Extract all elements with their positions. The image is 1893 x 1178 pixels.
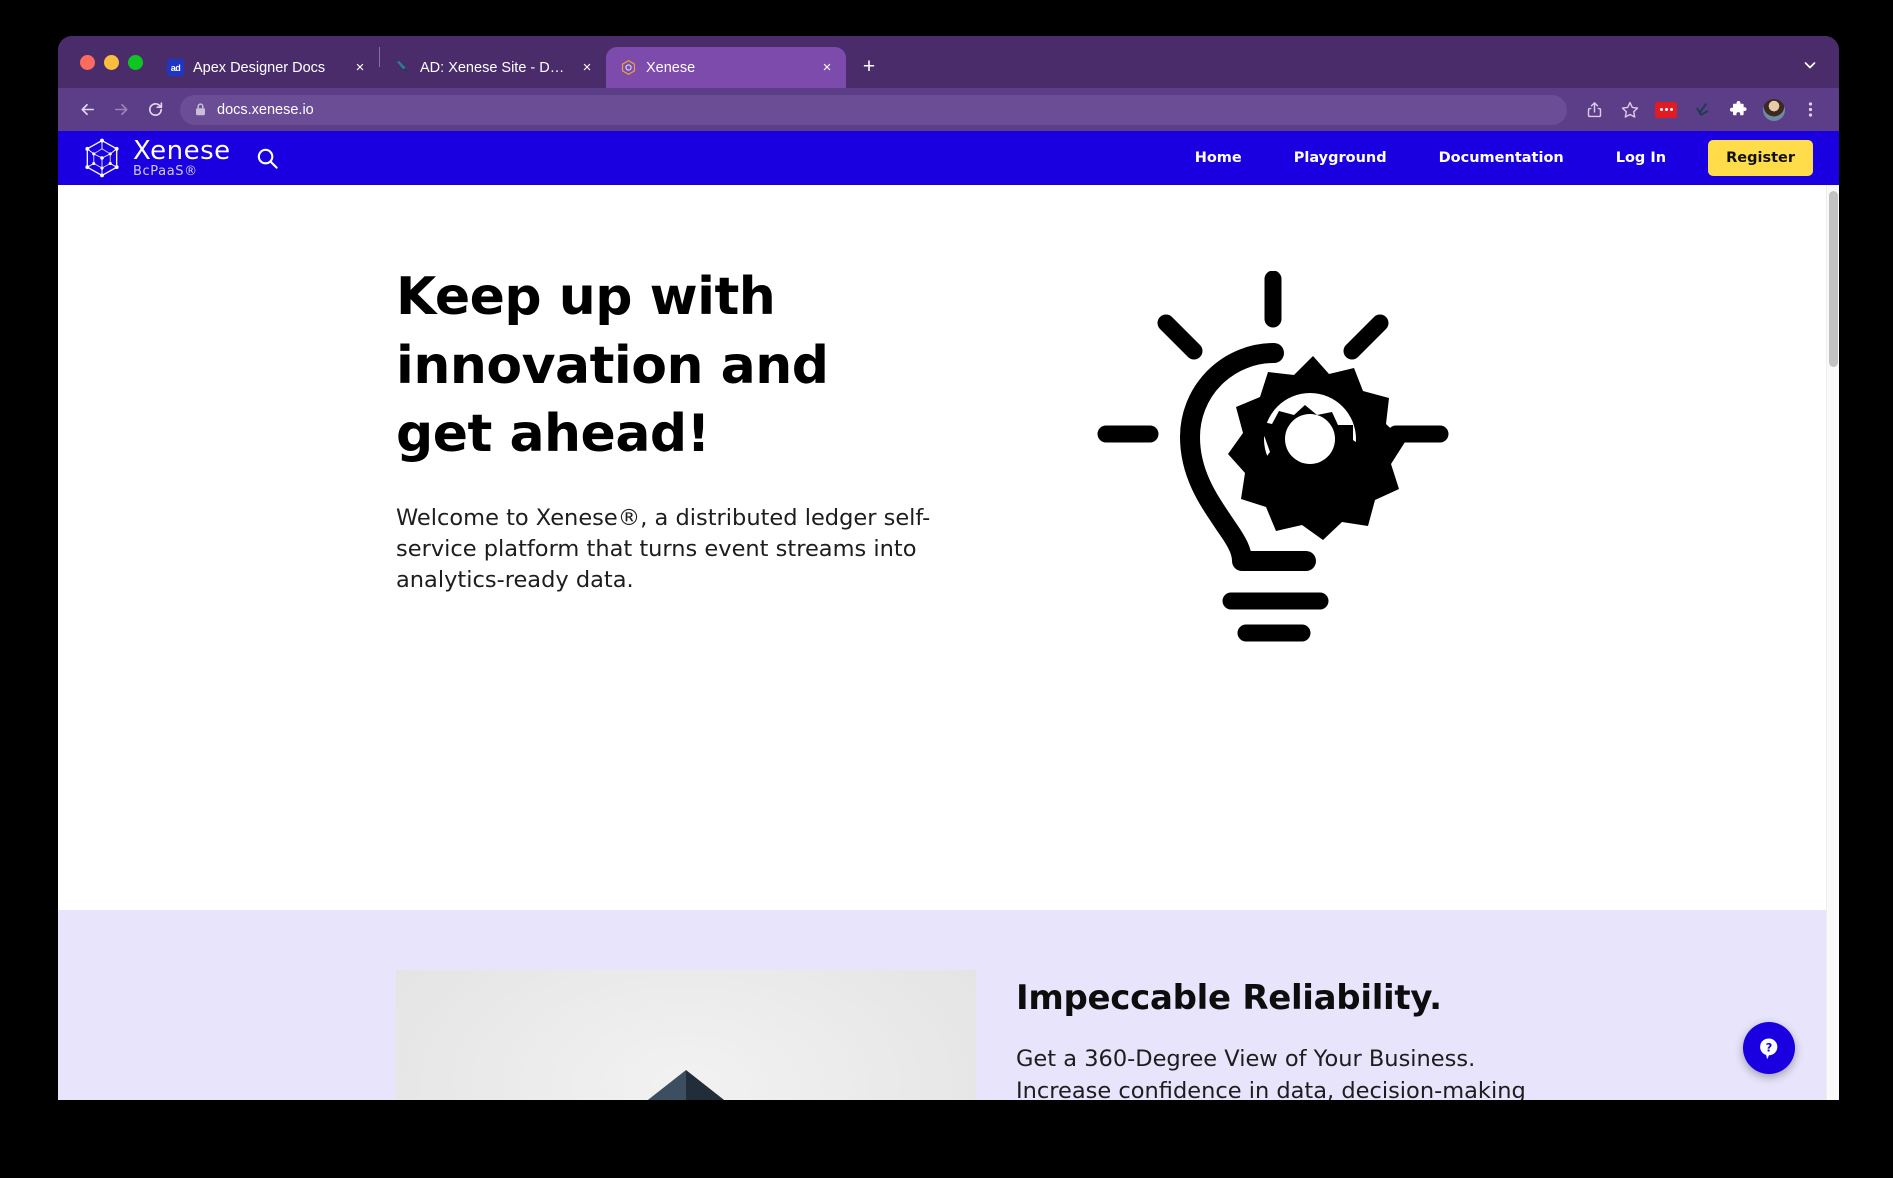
nav-link-home[interactable]: Home [1169,150,1268,166]
close-window-button[interactable] [80,54,95,70]
question-mark-chat-icon: ? [1760,1038,1778,1060]
reliability-copy: Impeccable Reliability. Get a 360-Degree… [1016,970,1576,1100]
xenese-hexagon-node-logo: Xenese BcPaaS® [80,136,231,180]
page-scrollbar[interactable] [1826,185,1839,1100]
tab-close-button[interactable]: × [578,59,596,77]
hero-paragraph: Welcome to Xenese®, a distributed ledger… [396,504,931,593]
ad-favicon: ad [167,59,184,76]
nav-link-documentation[interactable]: Documentation [1413,150,1590,166]
browser-tab[interactable]: ad Apex Designer Docs × [153,47,379,88]
nav-link-log-in[interactable]: Log In [1590,150,1692,166]
three-dot-menu-icon[interactable] [1795,95,1825,125]
help-widget-button[interactable]: ? [1743,1022,1795,1074]
page-viewport: Xenese BcPaaS® Home Playground Documenta… [58,131,1839,1100]
page-content: Keep up with innovation and get ahead! W… [58,185,1839,1100]
tab-close-button[interactable]: × [818,59,836,77]
browser-toolbar: docs.xenese.io [58,88,1839,131]
search-icon[interactable] [255,146,280,171]
maximize-window-button[interactable] [128,54,143,70]
nav-link-playground[interactable]: Playground [1268,150,1413,166]
chevron-down-icon[interactable] [1799,54,1821,76]
browser-tab-active[interactable]: Xenese × [606,47,846,88]
address-bar[interactable]: docs.xenese.io [180,94,1567,125]
window-controls [72,36,153,88]
page-scrollbar-thumb[interactable] [1829,191,1838,367]
tab-close-button[interactable]: × [351,59,369,77]
browser-tab-strip: ad Apex Designer Docs × AD: Xenese Site … [58,36,1839,88]
hero-section: Keep up with innovation and get ahead! W… [58,185,1839,910]
star-icon[interactable] [1615,95,1645,125]
red-extension-icon[interactable] [1651,95,1681,125]
tab-title: Xenese [646,59,696,76]
new-tab-button[interactable]: + [854,52,884,82]
forward-arrow-icon[interactable] [106,95,136,125]
lightbulb-gear-idea-icon [1088,270,1458,666]
register-button[interactable]: Register [1708,140,1813,176]
minimize-window-button[interactable] [104,54,119,70]
browser-tab[interactable]: AD: Xenese Site - Dave × [380,47,606,88]
swoosh-favicon [394,59,411,76]
xenese-hex-favicon [620,59,637,76]
lock-icon [194,102,207,117]
hook-extension-icon[interactable] [1687,95,1717,125]
nav-links: Home Playground Documentation Log In Reg… [1169,140,1813,176]
site-navbar: Xenese BcPaaS® Home Playground Documenta… [58,131,1839,185]
brand-area[interactable]: Xenese BcPaaS® [80,136,280,180]
section-heading: Impeccable Reliability. [1016,978,1442,1018]
brand-name: Xenese [133,136,231,166]
dark-chevron-arrow-graphic [396,970,976,1100]
hero-text-block: Keep up with innovation and get ahead! W… [396,263,1056,596]
share-icon[interactable] [1579,95,1609,125]
toolbar-actions [1579,95,1825,125]
page-title: Keep up with innovation and get ahead! [396,267,829,465]
brand-tagline: BcPaaS® [133,164,198,179]
back-arrow-icon[interactable] [72,95,102,125]
url-text: docs.xenese.io [217,101,314,118]
tab-title: Apex Designer Docs [193,59,326,76]
puzzle-piece-icon[interactable] [1723,95,1753,125]
avatar[interactable] [1759,95,1789,125]
tab-title: AD: Xenese Site - Dave [420,59,569,76]
reload-icon[interactable] [140,95,170,125]
section-body: Get a 360-Degree View of Your Business. … [1016,1046,1526,1100]
svg-text:?: ? [1766,1040,1773,1054]
browser-window: ad Apex Designer Docs × AD: Xenese Site … [58,36,1839,1100]
reliability-section: Impeccable Reliability. Get a 360-Degree… [58,910,1839,1100]
